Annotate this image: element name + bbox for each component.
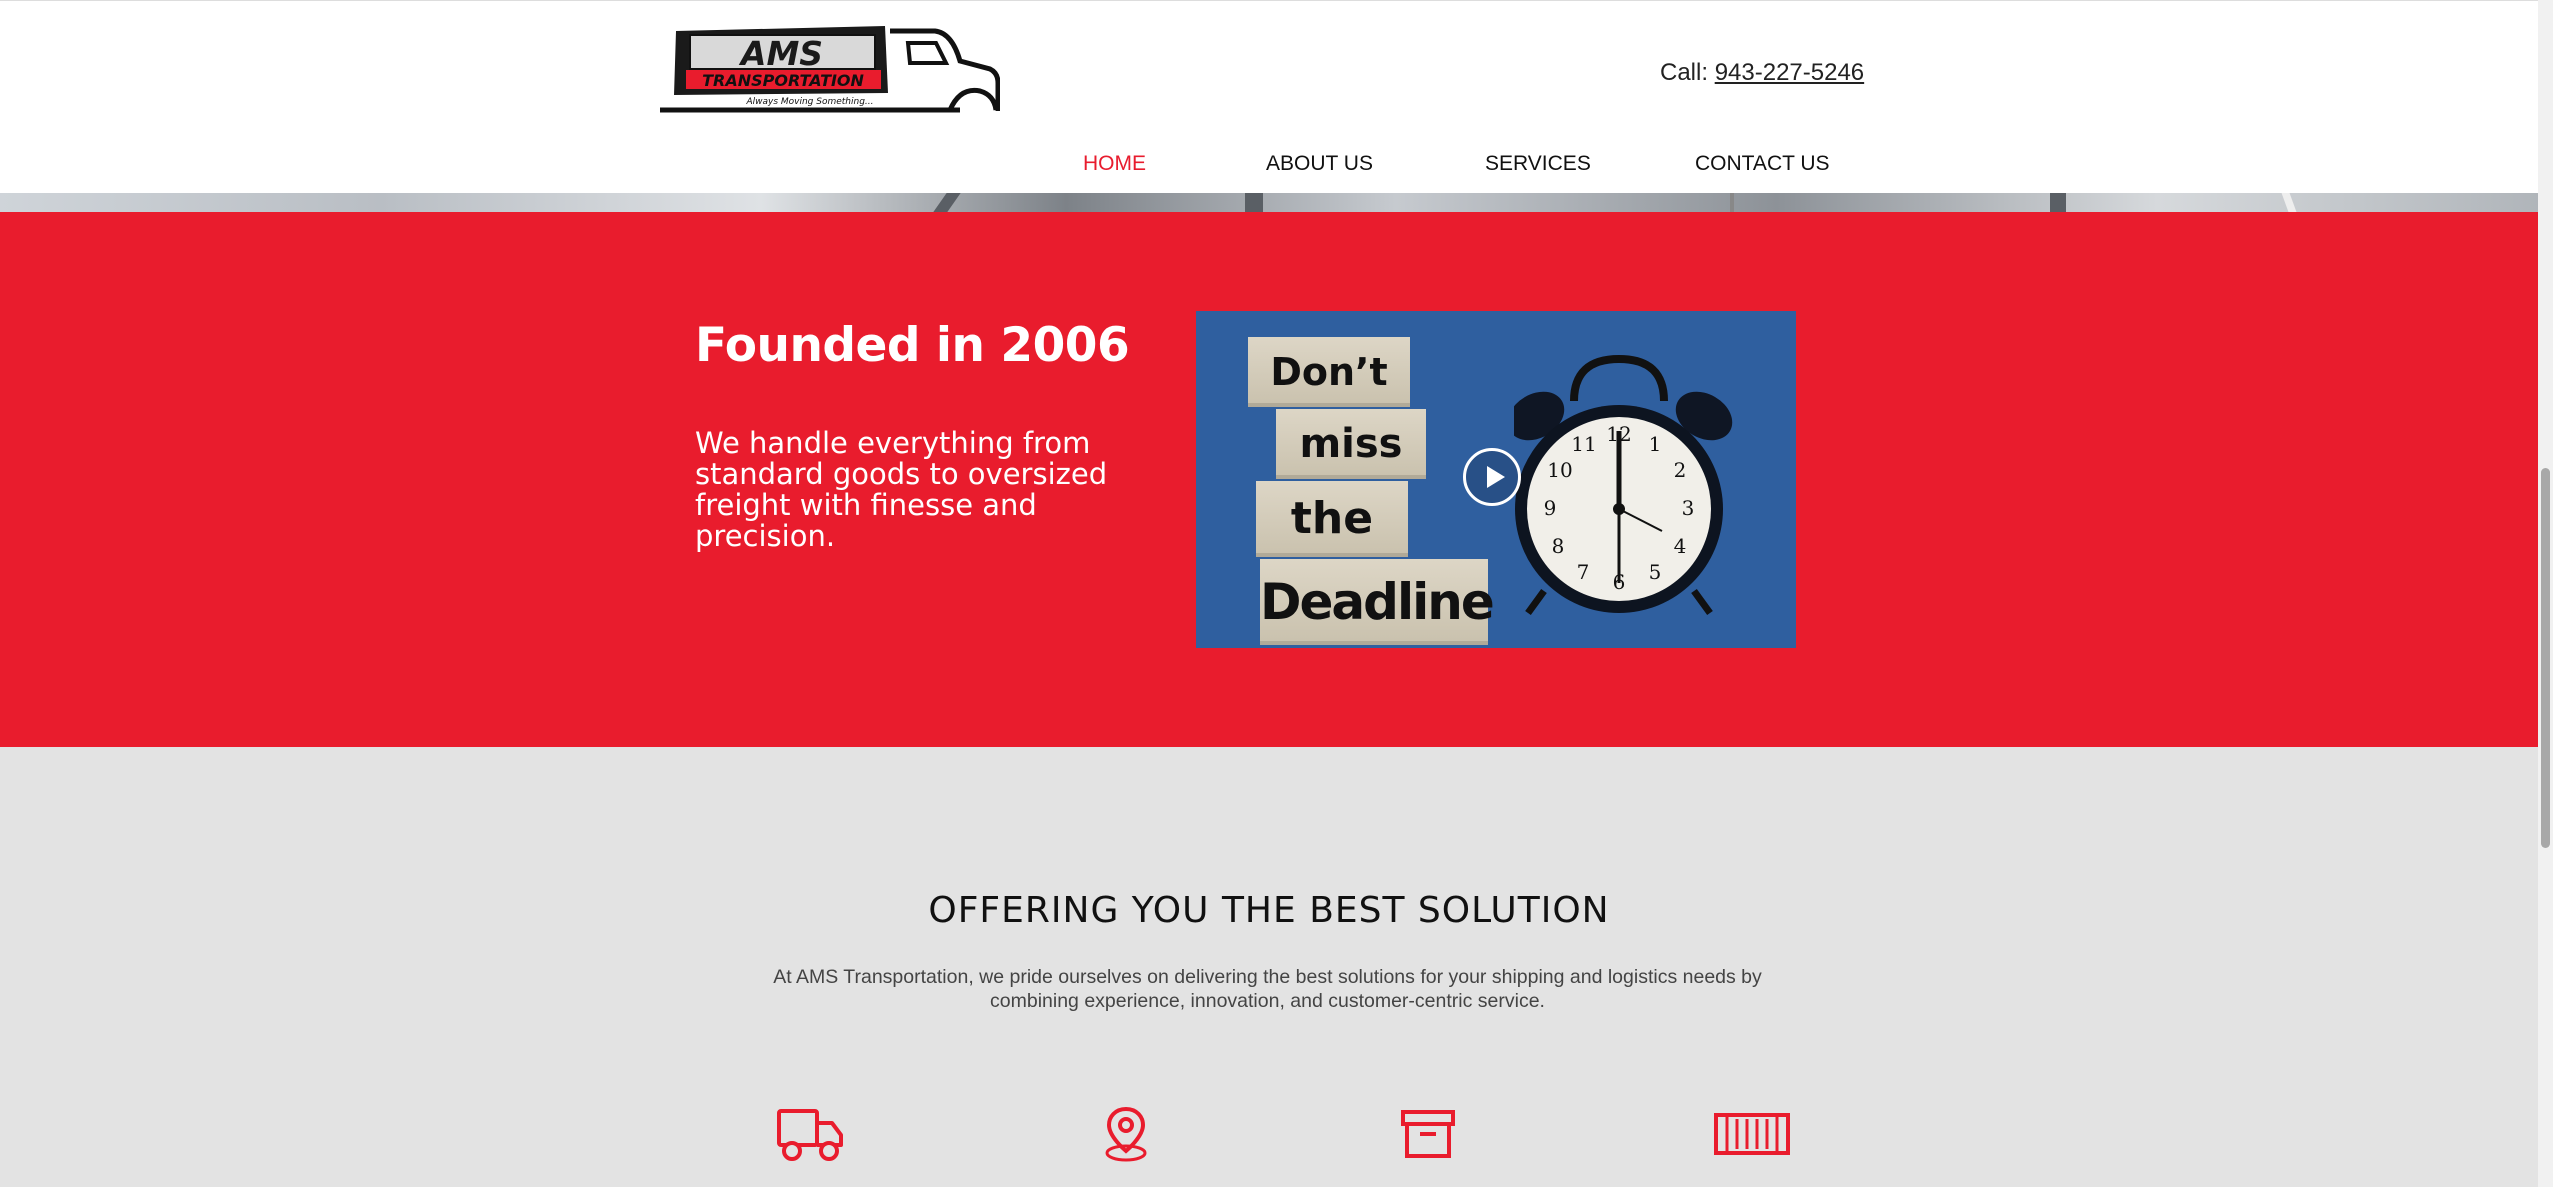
svg-text:9: 9: [1544, 496, 1557, 520]
hero-strip-beam: [1245, 193, 1263, 212]
founded-description: We handle everything from standard goods…: [695, 426, 1108, 553]
svg-text:8: 8: [1552, 534, 1565, 558]
svg-text:7: 7: [1577, 560, 1590, 584]
svg-text:3: 3: [1682, 496, 1695, 520]
nav-home[interactable]: HOME: [1083, 152, 1146, 176]
svg-text:11: 11: [1571, 432, 1596, 456]
site-header: AMS TRANSPORTATION Always Moving Somethi…: [0, 0, 2538, 194]
truck-logo-icon: AMS TRANSPORTATION Always Moving Somethi…: [660, 26, 1001, 113]
shipping-container-icon: [1714, 1113, 1790, 1155]
founded-heading: Founded in 2006: [695, 318, 1130, 373]
logo-subtext: TRANSPORTATION: [702, 71, 864, 90]
svg-text:1: 1: [1649, 432, 1662, 456]
video-block-text: Don’t: [1248, 337, 1410, 407]
truck-icon: [777, 1109, 843, 1161]
video-play-button[interactable]: [1463, 448, 1521, 506]
phone-contact: Call: 943-227-5246: [1660, 59, 1864, 87]
logo-tagline: Always Moving Something...: [745, 97, 873, 107]
hero-strip-beam: [2050, 193, 2066, 212]
video-block-text: the: [1256, 481, 1408, 557]
page-scrollbar[interactable]: [2538, 0, 2553, 1187]
archive-box-icon: [1401, 1110, 1455, 1158]
deadline-video[interactable]: Don’t miss the Deadline ! 1212 345 678 9…: [1196, 311, 1796, 648]
svg-text:5: 5: [1649, 560, 1662, 584]
hero-background-strip: [0, 193, 2538, 212]
location-pin-icon: [1105, 1106, 1147, 1162]
svg-text:4: 4: [1674, 534, 1687, 558]
hero-strip-beam: [2281, 193, 2297, 212]
phone-link[interactable]: 943-227-5246: [1715, 59, 1864, 86]
call-label: Call:: [1660, 59, 1709, 86]
nav-about-us[interactable]: ABOUT US: [1266, 152, 1373, 176]
nav-contact-us[interactable]: CONTACT US: [1695, 152, 1830, 176]
alarm-clock-icon: 1212 345 678 91011: [1514, 354, 1733, 616]
nav-services[interactable]: SERVICES: [1485, 152, 1591, 176]
hero-strip-beam: [933, 193, 961, 212]
offering-description: At AMS Transportation, we pride ourselve…: [773, 966, 1762, 1012]
video-block-text: miss: [1276, 409, 1426, 479]
ams-logo[interactable]: AMS TRANSPORTATION Always Moving Somethi…: [660, 21, 1001, 116]
scrollbar-thumb[interactable]: [2541, 468, 2550, 848]
svg-text:10: 10: [1547, 458, 1572, 482]
main-nav: HOME ABOUT US SERVICES CONTACT US: [0, 152, 2538, 182]
video-block-text: Deadline !: [1260, 559, 1495, 645]
hero-strip-beam: [1730, 193, 1734, 212]
svg-text:2: 2: [1674, 458, 1687, 482]
logo-text: AMS: [738, 34, 823, 73]
offering-heading: OFFERING YOU THE BEST SOLUTION: [928, 890, 1610, 931]
